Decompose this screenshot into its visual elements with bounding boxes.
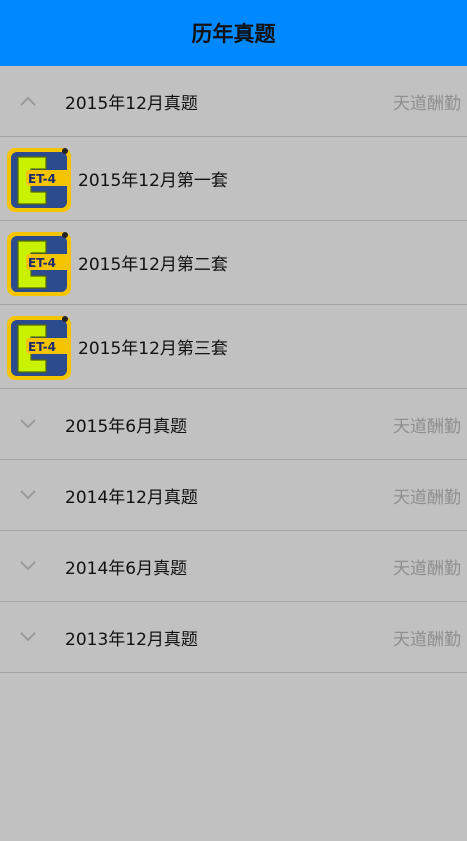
- group-header-2014-12[interactable]: 2014年12月真题 天道酬勤: [0, 460, 467, 531]
- svg-text:ET-4: ET-4: [28, 172, 56, 186]
- svg-text:ET-4: ET-4: [28, 256, 56, 270]
- chevron-down-icon: [4, 485, 52, 505]
- group-title: 2013年12月真题: [65, 629, 198, 650]
- group-header-2015-06[interactable]: 2015年6月真题 天道酬勤: [0, 389, 467, 460]
- cet4-app-icon: ET-4: [6, 145, 72, 213]
- page-title: 历年真题: [191, 22, 276, 46]
- svg-text:ET-4: ET-4: [28, 340, 56, 354]
- list-item-set-1[interactable]: ET-4 2015年12月第一套: [0, 137, 467, 221]
- group-subtitle: 天道酬勤: [393, 558, 461, 579]
- group-header-2015-12[interactable]: 2015年12月真题 天道酬勤: [0, 66, 467, 137]
- chevron-down-icon: [4, 627, 52, 647]
- cet4-app-icon: ET-4: [6, 229, 72, 297]
- group-subtitle: 天道酬勤: [393, 487, 461, 508]
- item-title: 2015年12月第三套: [78, 339, 228, 359]
- list-item-set-2[interactable]: ET-4 2015年12月第二套: [0, 221, 467, 305]
- group-title: 2015年6月真题: [65, 416, 188, 437]
- group-title: 2014年12月真题: [65, 487, 198, 508]
- group-title: 2015年12月真题: [65, 93, 198, 114]
- group-subtitle: 天道酬勤: [393, 629, 461, 650]
- item-title: 2015年12月第一套: [78, 171, 228, 191]
- title-bar: 历年真题: [0, 0, 467, 66]
- group-header-2013-12[interactable]: 2013年12月真题 天道酬勤: [0, 602, 467, 673]
- chevron-down-icon: [4, 556, 52, 576]
- group-subtitle: 天道酬勤: [393, 93, 461, 114]
- cet4-app-icon: ET-4: [6, 313, 72, 381]
- chevron-down-icon: [4, 414, 52, 434]
- group-header-2014-06[interactable]: 2014年6月真题 天道酬勤: [0, 531, 467, 602]
- item-title: 2015年12月第二套: [78, 255, 228, 275]
- group-title: 2014年6月真题: [65, 558, 188, 579]
- group-subtitle: 天道酬勤: [393, 416, 461, 437]
- list-item-set-3[interactable]: ET-4 2015年12月第三套: [0, 305, 467, 389]
- chevron-up-icon: [4, 91, 52, 111]
